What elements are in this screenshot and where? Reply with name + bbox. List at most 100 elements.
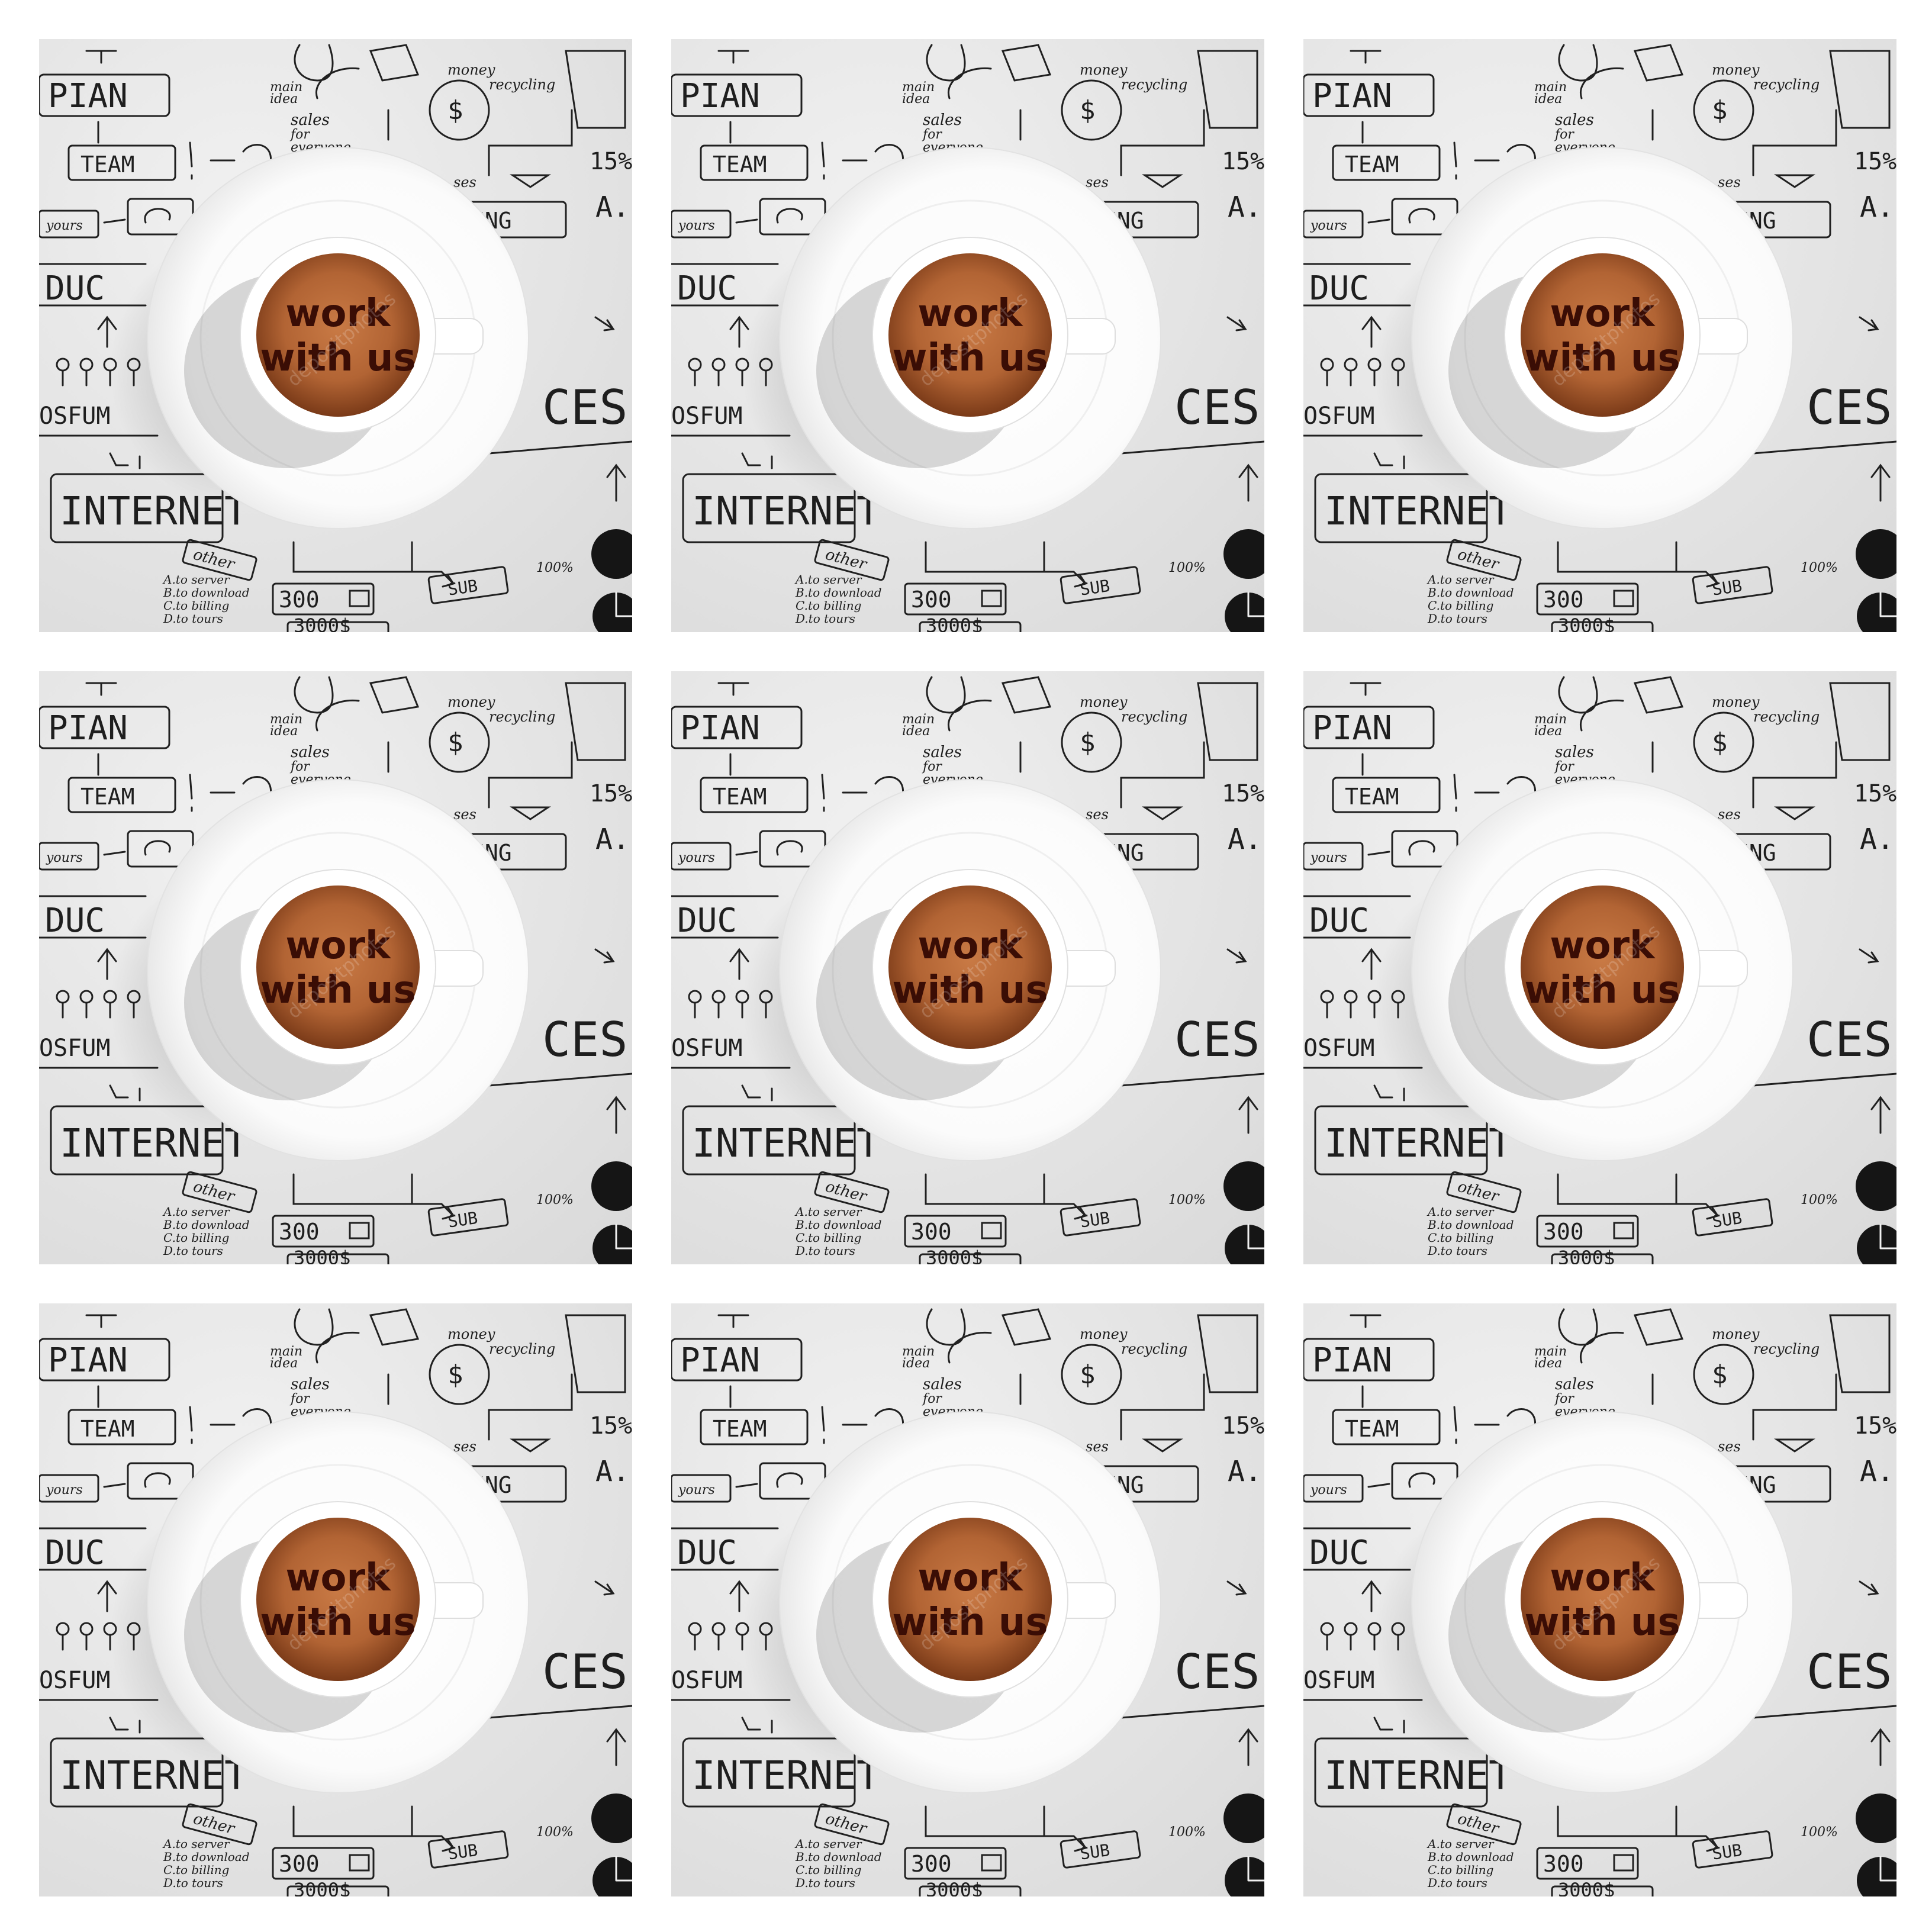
sketch-list-b: B.to download xyxy=(1427,585,1514,600)
sketch-3000: 3000$ xyxy=(1558,1879,1615,1896)
tile-image: PIAN TEAM main idea sales for everyone m… xyxy=(1303,676,1896,1264)
sketch-list-b: B.to download xyxy=(163,1218,250,1232)
sketch-sub: SUB xyxy=(1079,1840,1112,1864)
sketch-list-d: D.to tours xyxy=(163,1876,223,1890)
sketch-yours: yours xyxy=(678,851,715,865)
sketch-money: money xyxy=(447,694,495,710)
sketch-sub: SUB xyxy=(1711,576,1744,600)
sketch-duc: DUC xyxy=(45,901,105,940)
sketch-list-b: B.to download xyxy=(795,1850,882,1864)
sketch-duc: DUC xyxy=(1309,901,1369,940)
sketch-recycling: recycling xyxy=(1753,1341,1820,1357)
sketch-money: money xyxy=(1080,62,1128,78)
sketch-3000: 3000$ xyxy=(926,1247,983,1264)
sketch-dollar: $ xyxy=(1712,95,1728,125)
sketch-list-b: B.to download xyxy=(163,585,250,600)
tile-image: PIAN TEAM main idea sales for everyone m… xyxy=(671,44,1264,632)
sketch-main-2: idea xyxy=(902,724,930,739)
sketch-ses: ses xyxy=(1718,174,1741,191)
sketch-osfum: OSFUM xyxy=(39,1667,110,1694)
sketch-list-a: A.to server xyxy=(1427,1837,1495,1851)
sketch-list-d: D.to tours xyxy=(795,1244,855,1258)
sketch-team: TEAM xyxy=(1345,1416,1399,1442)
sketch-ces: CES xyxy=(542,1012,628,1067)
sketch-main-2: idea xyxy=(270,724,298,739)
sketch-15: 15% xyxy=(590,1412,632,1440)
sketch-ses: ses xyxy=(1718,806,1741,823)
sketch-15: 15% xyxy=(1854,780,1896,807)
tile-image: PIAN TEAM main idea sales for everyone m… xyxy=(671,676,1264,1264)
sketch-100: 100% xyxy=(1801,1825,1838,1840)
tile-image: PIAN TEAM main idea sales for everyone m… xyxy=(39,44,632,632)
sketch-duc: DUC xyxy=(1309,1534,1369,1572)
sketch-list-d: D.to tours xyxy=(795,611,855,626)
sketch-sub: SUB xyxy=(447,576,479,600)
sketch-sales-1: sales xyxy=(923,111,962,129)
sketch-list-a: A.to server xyxy=(794,572,862,587)
collage-tile-9: PIAN TEAM main idea sales for everyone m… xyxy=(1303,1303,1896,1896)
sketch-15: 15% xyxy=(590,780,632,807)
sketch-300: 300 xyxy=(1543,1219,1584,1245)
sketch-ces: CES xyxy=(1174,380,1260,435)
sketch-ces: CES xyxy=(1807,1644,1892,1699)
sketch-100: 100% xyxy=(536,1193,574,1208)
sketch-team: TEAM xyxy=(80,784,135,810)
sketch-sub: SUB xyxy=(447,1840,479,1864)
sketch-duc: DUC xyxy=(677,269,737,308)
sketch-osfum: OSFUM xyxy=(671,1035,742,1062)
sketch-list-d: D.to tours xyxy=(795,1876,855,1890)
sketch-ses: ses xyxy=(1718,1438,1741,1455)
sketch-yours: yours xyxy=(678,218,715,233)
sketch-money: money xyxy=(1080,1326,1128,1342)
sketch-money: money xyxy=(447,1326,495,1342)
sketch-osfum: OSFUM xyxy=(1303,1667,1374,1694)
sketch-duc: DUC xyxy=(45,269,105,308)
sketch-list-c: C.to billing xyxy=(796,1231,861,1245)
sketch-list-b: B.to download xyxy=(795,585,882,600)
sketch-sub: SUB xyxy=(1079,1208,1112,1232)
sketch-a: A. xyxy=(595,823,630,856)
sketch-yours: yours xyxy=(46,1483,83,1498)
sketch-a: A. xyxy=(595,191,630,224)
sketch-a: A. xyxy=(1228,1455,1262,1488)
sketch-ces: CES xyxy=(1174,1012,1260,1067)
sketch-list-a: A.to server xyxy=(162,1205,230,1219)
sketch-ces: CES xyxy=(1174,1644,1260,1699)
collage-tile-8: PIAN TEAM main idea sales for everyone m… xyxy=(671,1303,1264,1896)
sketch-ces: CES xyxy=(1807,380,1892,435)
tile-image: PIAN TEAM main idea sales for everyone m… xyxy=(39,676,632,1264)
sketch-list-c: C.to billing xyxy=(796,598,861,613)
collage-tile-2: PIAN TEAM main idea sales for everyone m… xyxy=(671,39,1264,632)
sketch-sales-1: sales xyxy=(291,111,330,129)
sketch-dollar: $ xyxy=(1712,727,1728,758)
sketch-money: money xyxy=(1080,694,1128,710)
sketch-list-b: B.to download xyxy=(1427,1850,1514,1864)
sketch-100: 100% xyxy=(1168,561,1206,575)
sketch-recycling: recycling xyxy=(1753,709,1820,725)
sketch-dollar: $ xyxy=(447,95,463,125)
sketch-yours: yours xyxy=(1310,218,1347,233)
sketch-300: 300 xyxy=(911,1219,952,1245)
sketch-100: 100% xyxy=(1168,1825,1206,1840)
collage-tile-6: PIAN TEAM main idea sales for everyone m… xyxy=(1303,671,1896,1264)
sketch-a: A. xyxy=(1860,823,1894,856)
sketch-sales-1: sales xyxy=(1555,1376,1594,1393)
sketch-3000: 3000$ xyxy=(294,1247,350,1264)
sketch-money: money xyxy=(1712,1326,1760,1342)
sketch-yours: yours xyxy=(46,218,83,233)
sketch-ses: ses xyxy=(453,1438,476,1455)
sketch-15: 15% xyxy=(1854,1412,1896,1440)
sketch-sales-1: sales xyxy=(1555,111,1594,129)
sketch-list-a: A.to server xyxy=(794,1837,862,1851)
sketch-3000: 3000$ xyxy=(294,1879,350,1896)
sketch-ses: ses xyxy=(1086,806,1109,823)
sketch-yours: yours xyxy=(46,851,83,865)
sketch-ses: ses xyxy=(453,806,476,823)
sketch-duc: DUC xyxy=(677,1534,737,1572)
sketch-list-a: A.to server xyxy=(794,1205,862,1219)
sketch-list-a: A.to server xyxy=(1427,572,1495,587)
sketch-main-2: idea xyxy=(902,92,930,107)
sketch-dollar: $ xyxy=(1080,727,1096,758)
sketch-ses: ses xyxy=(1086,1438,1109,1455)
sketch-plan: PIAN xyxy=(680,709,760,748)
